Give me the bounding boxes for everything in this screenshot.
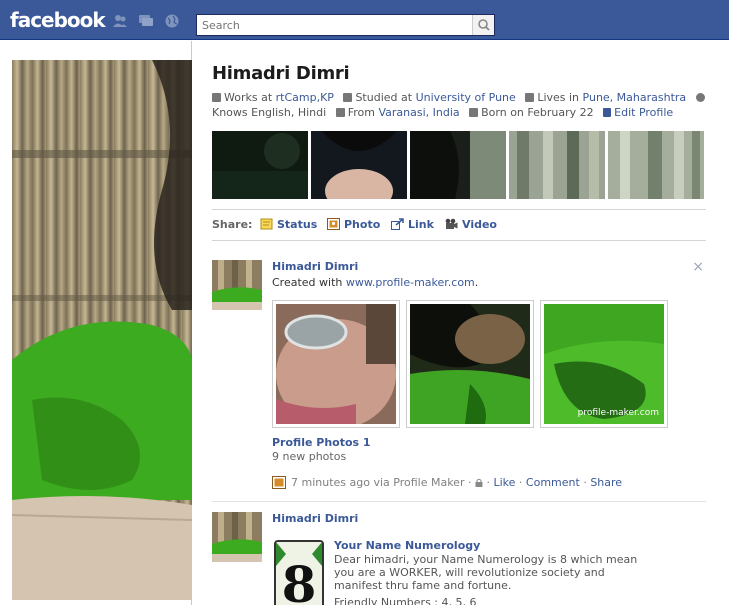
share-label: Share: bbox=[212, 218, 253, 231]
album-title-link[interactable]: Profile Photos 1 bbox=[272, 436, 371, 449]
friendly-numbers: Friendly Numbers : 4, 5, 6 bbox=[334, 596, 477, 605]
info-hometown: From Varanasi, India bbox=[335, 106, 460, 119]
share-bar: Share: Status Photo Link Video bbox=[212, 209, 706, 241]
photo-icon bbox=[327, 218, 340, 230]
photo-thumb[interactable] bbox=[608, 131, 704, 199]
share-photo-label: Photo bbox=[344, 218, 381, 231]
share-photo-button[interactable]: Photo bbox=[327, 218, 380, 231]
story-author[interactable]: Himadri Dimri bbox=[272, 512, 702, 525]
search-box bbox=[196, 14, 495, 36]
link-icon bbox=[391, 218, 404, 230]
pencil-icon bbox=[603, 108, 612, 117]
search-icon bbox=[478, 19, 490, 31]
born-text: Born on February 22 bbox=[481, 106, 594, 119]
album-photo[interactable] bbox=[406, 300, 534, 428]
album-photo[interactable] bbox=[272, 300, 400, 428]
share-status-label: Status bbox=[277, 218, 318, 231]
meta-separator: · bbox=[583, 476, 587, 489]
watermark-text: profile-maker.com bbox=[577, 408, 659, 418]
photo-thumb[interactable] bbox=[212, 131, 308, 199]
lives-prefix: Lives in bbox=[537, 91, 583, 104]
knows-text: Knows English, Hindi bbox=[212, 106, 327, 119]
close-icon[interactable]: × bbox=[692, 259, 704, 275]
story-avatar[interactable] bbox=[212, 512, 262, 562]
like-link[interactable]: Like bbox=[493, 476, 515, 489]
share-link-button[interactable]: Link bbox=[391, 218, 434, 231]
share-link[interactable]: Share bbox=[590, 476, 622, 489]
photo-album-icon bbox=[272, 476, 286, 489]
info-work: Works at rtCamp,KP bbox=[212, 91, 334, 104]
story-meta: 7 minutes ago via Profile Maker · · Like… bbox=[272, 476, 622, 489]
video-camera-icon bbox=[445, 218, 458, 229]
info-birthday: Born on February 22 bbox=[469, 106, 594, 119]
story-text-suffix: . bbox=[474, 276, 479, 289]
share-link-label: Link bbox=[408, 218, 434, 231]
story-body: Himadri Dimri bbox=[272, 512, 702, 525]
photo-thumb[interactable] bbox=[311, 131, 407, 199]
studied-link[interactable]: University of Pune bbox=[416, 91, 516, 104]
edit-profile[interactable]: Edit Profile bbox=[603, 106, 673, 119]
numerology-content: Your Name Numerology Dear himadri, your … bbox=[334, 539, 654, 605]
story-text: Created with www.profile-maker.com. bbox=[272, 276, 702, 289]
left-column bbox=[0, 41, 192, 605]
messages-icon[interactable] bbox=[138, 14, 154, 28]
share-video-label: Video bbox=[462, 218, 497, 231]
briefcase-icon bbox=[212, 93, 221, 102]
search-input[interactable] bbox=[197, 15, 472, 35]
house-icon bbox=[335, 108, 345, 117]
profile-info: Works at rtCamp,KP Studied at University… bbox=[212, 90, 717, 120]
status-note-icon bbox=[260, 218, 273, 230]
main-column: Himadri Dimri Works at rtCamp,KP Studied… bbox=[193, 41, 729, 605]
from-link[interactable]: Varanasi, India bbox=[378, 106, 459, 119]
profile-picture[interactable] bbox=[12, 60, 192, 600]
album-photo[interactable]: profile-maker.com bbox=[540, 300, 668, 428]
story-body: Himadri Dimri Created with www.profile-m… bbox=[272, 260, 702, 289]
facebook-logo[interactable]: facebook bbox=[10, 8, 106, 32]
lock-icon[interactable] bbox=[475, 478, 483, 487]
numerology-description: Dear himadri, your Name Numerology is 8 … bbox=[334, 553, 638, 592]
story-avatar[interactable] bbox=[212, 260, 262, 310]
numerology-number-image[interactable]: 8 bbox=[274, 540, 324, 605]
profile-maker-link[interactable]: www.profile-maker.com bbox=[346, 276, 475, 289]
share-status-button[interactable]: Status bbox=[260, 218, 317, 231]
numerology-digit: 8 bbox=[282, 555, 317, 605]
album-subtitle: 9 new photos bbox=[272, 450, 347, 463]
calendar-icon bbox=[469, 108, 479, 117]
photo-strip bbox=[212, 131, 706, 199]
story-divider bbox=[212, 501, 706, 502]
meta-separator: · bbox=[486, 476, 490, 489]
story-timestamp[interactable]: 7 minutes ago via Profile Maker bbox=[291, 476, 464, 489]
meta-separator: · bbox=[518, 476, 523, 489]
share-video-button[interactable]: Video bbox=[445, 218, 497, 231]
info-education: Studied at University of Pune bbox=[343, 91, 516, 104]
home-pin-icon bbox=[525, 93, 535, 102]
top-bar: facebook bbox=[0, 0, 729, 40]
notifications-globe-icon[interactable] bbox=[164, 14, 180, 28]
graduation-cap-icon bbox=[343, 93, 353, 102]
studied-prefix: Studied at bbox=[355, 91, 416, 104]
numerology-app-title[interactable]: Your Name Numerology bbox=[334, 539, 654, 552]
friend-requests-icon[interactable] bbox=[112, 14, 128, 28]
story-text-prefix: Created with bbox=[272, 276, 346, 289]
search-button[interactable] bbox=[472, 15, 494, 35]
photo-thumb[interactable] bbox=[509, 131, 605, 199]
from-prefix: From bbox=[347, 106, 379, 119]
edit-profile-link[interactable]: Edit Profile bbox=[614, 106, 673, 119]
lives-link[interactable]: Pune, Maharashtra bbox=[583, 91, 687, 104]
story-author[interactable]: Himadri Dimri bbox=[272, 260, 702, 273]
profile-name: Himadri Dimri bbox=[212, 63, 350, 84]
works-prefix: Works at bbox=[224, 91, 276, 104]
globe-icon bbox=[695, 93, 705, 102]
works-link[interactable]: rtCamp,KP bbox=[276, 91, 334, 104]
comment-link[interactable]: Comment bbox=[526, 476, 580, 489]
meta-separator: · bbox=[467, 476, 472, 489]
photo-thumb[interactable] bbox=[410, 131, 506, 199]
info-location: Lives in Pune, Maharashtra bbox=[525, 91, 686, 104]
